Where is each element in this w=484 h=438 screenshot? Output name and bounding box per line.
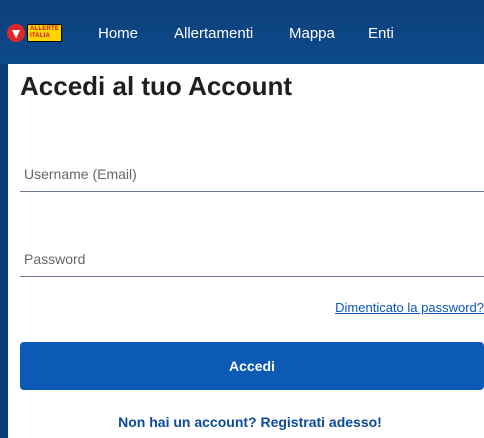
register-link[interactable]: Non hai un account? Registrati adesso! bbox=[0, 414, 484, 430]
login-button[interactable]: Accedi bbox=[20, 342, 484, 390]
top-navbar: ▼ ALLERTE ITALIA Home Allertamenti Mappa… bbox=[0, 0, 484, 64]
app-logo[interactable]: ▼ ALLERTE ITALIA bbox=[7, 24, 63, 42]
logo-line-2: ITALIA bbox=[30, 33, 51, 39]
nav-item-enti[interactable]: Enti bbox=[368, 22, 394, 46]
alert-triangle-icon: ▼ bbox=[7, 24, 25, 42]
page-title: Accedi al tuo Account bbox=[20, 71, 293, 101]
nav-item-allertamenti[interactable]: Allertamenti bbox=[174, 22, 253, 46]
email-field[interactable] bbox=[20, 156, 484, 192]
nav-item-mappa[interactable]: Mappa bbox=[289, 22, 335, 46]
password-field[interactable] bbox=[20, 241, 484, 277]
logo-text-box: ALLERTE ITALIA bbox=[27, 24, 63, 42]
page-edge bbox=[0, 64, 8, 438]
forgot-password-link[interactable]: Dimenticato la password? bbox=[335, 300, 484, 315]
nav-item-home[interactable]: Home bbox=[98, 22, 138, 46]
logo-line-1: ALLERTE bbox=[30, 26, 60, 32]
